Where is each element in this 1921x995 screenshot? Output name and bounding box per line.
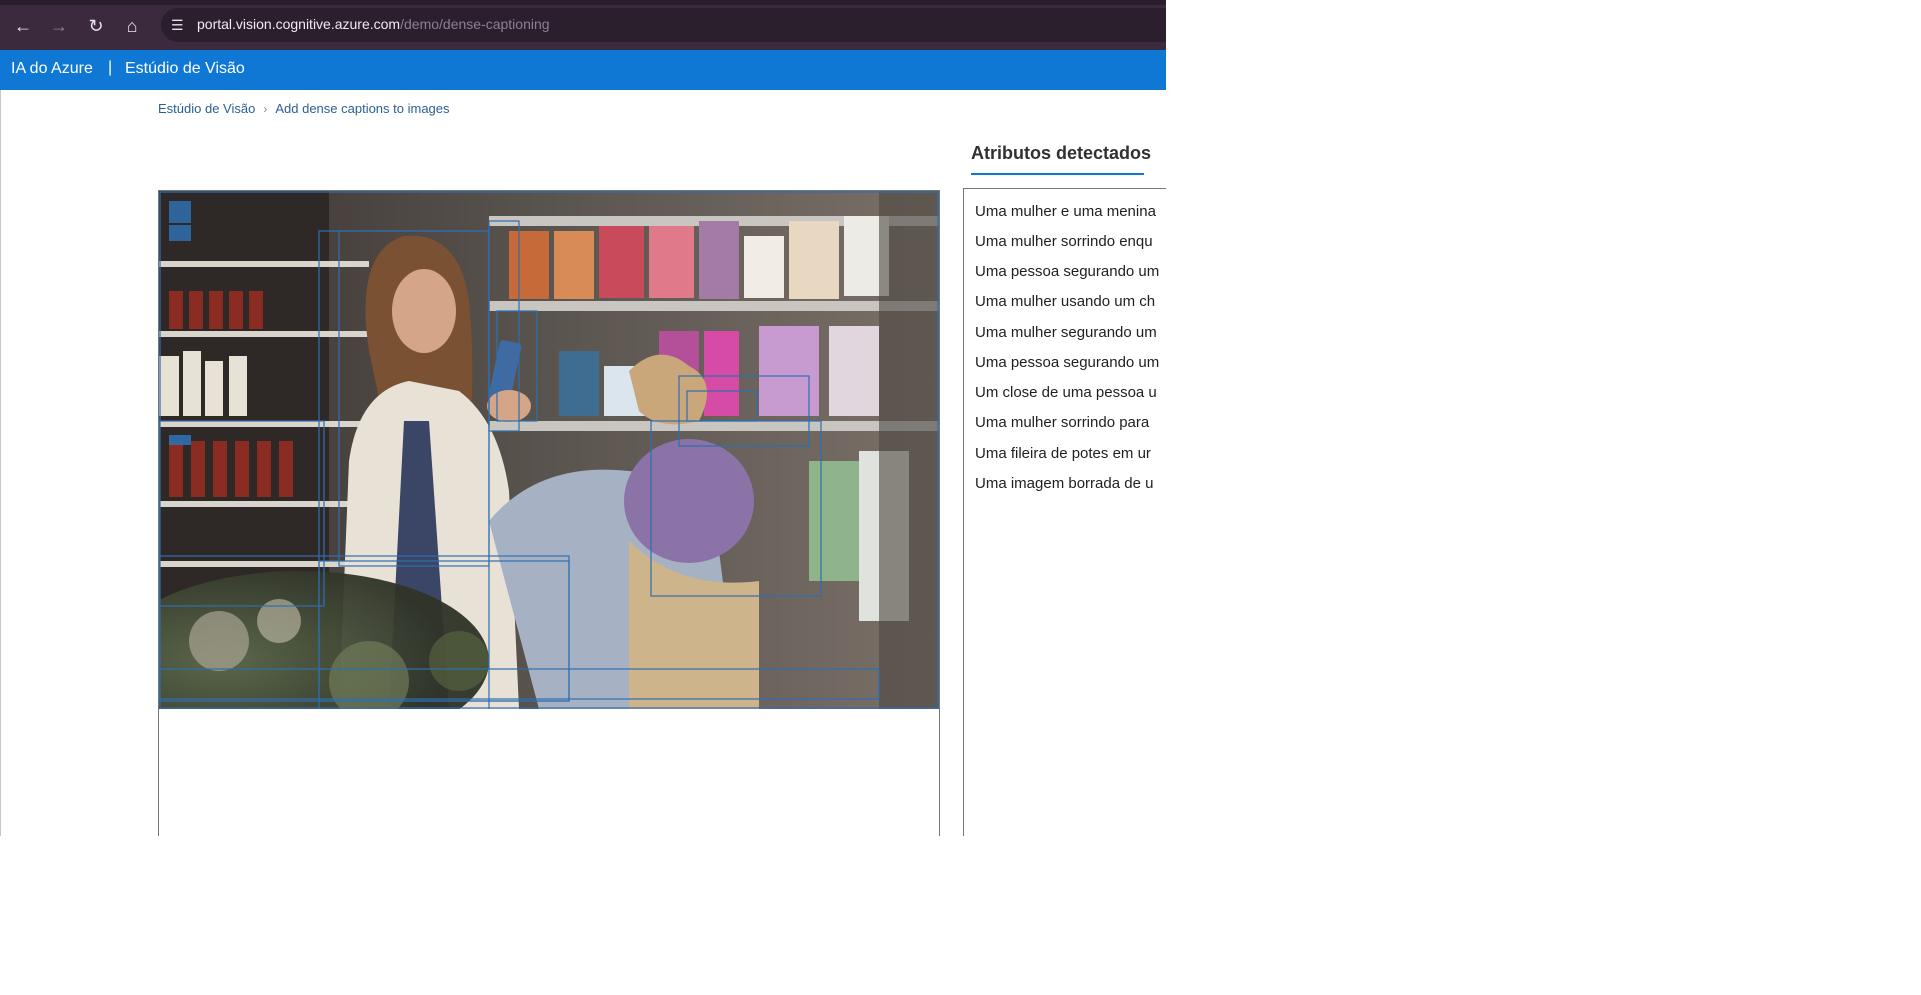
tab-strip-edge — [0, 0, 1166, 5]
attribute-item[interactable]: Uma mulher usando um ch — [975, 293, 1155, 310]
attribute-item[interactable]: Um close de uma pessoa u — [975, 384, 1157, 401]
chevron-right-icon: › — [263, 102, 268, 116]
site-settings-icon[interactable]: ☰ — [171, 16, 189, 34]
attributes-title: Atributos detectados — [971, 143, 1152, 163]
analyzed-image — [159, 191, 939, 709]
azure-header: IA do Azure | Estúdio de Visão — [0, 50, 1166, 90]
attribute-item[interactable]: Uma pessoa segurando um — [975, 354, 1159, 371]
attribute-item[interactable]: Uma mulher segurando um — [975, 324, 1157, 341]
url-host: portal.vision.cognitive.azure.com — [197, 16, 401, 32]
forward-arrow-icon[interactable]: → — [47, 14, 71, 38]
image-panel — [158, 190, 940, 836]
breadcrumb-current[interactable]: Add dense captions to images — [275, 101, 449, 116]
page-left-border — [0, 90, 1, 836]
browser-viewport: ← → ↻ ⌂ ☰ portal.vision.cognitive.azure.… — [0, 0, 1166, 836]
attribute-item[interactable]: Uma mulher e uma menina — [975, 203, 1156, 220]
attributes-list: Uma mulher e uma menina Uma mulher sorri… — [963, 188, 1166, 836]
attributes-tab-underline — [971, 173, 1144, 175]
attribute-item[interactable]: Uma mulher sorrindo enqu — [975, 233, 1153, 250]
reload-icon[interactable]: ↻ — [84, 14, 108, 38]
back-arrow-icon[interactable]: ← — [11, 14, 35, 38]
address-bar[interactable]: ☰ portal.vision.cognitive.azure.com/demo… — [161, 8, 1166, 42]
breadcrumb-studio-link[interactable]: Estúdio de Visão — [158, 101, 255, 116]
studio-link[interactable]: Estúdio de Visão — [125, 60, 245, 78]
url-text[interactable]: portal.vision.cognitive.azure.com/demo/d… — [197, 16, 550, 32]
attribute-item[interactable]: Uma mulher sorrindo para — [975, 414, 1149, 431]
store-photo — [159, 191, 939, 709]
attribute-item[interactable]: Uma fileira de potes em ur — [975, 445, 1151, 462]
attribute-item[interactable]: Uma pessoa segurando um — [975, 263, 1159, 280]
browser-toolbar: ← → ↻ ⌂ ☰ portal.vision.cognitive.azure.… — [0, 0, 1166, 50]
attribute-item[interactable]: Uma imagem borrada de u — [975, 475, 1153, 492]
home-icon[interactable]: ⌂ — [120, 14, 144, 38]
header-separator: | — [108, 59, 113, 76]
brand-link[interactable]: IA do Azure — [11, 60, 93, 78]
url-path: /demo/dense-captioning — [400, 16, 550, 32]
breadcrumb: Estúdio de Visão › Add dense captions to i… — [158, 101, 450, 116]
